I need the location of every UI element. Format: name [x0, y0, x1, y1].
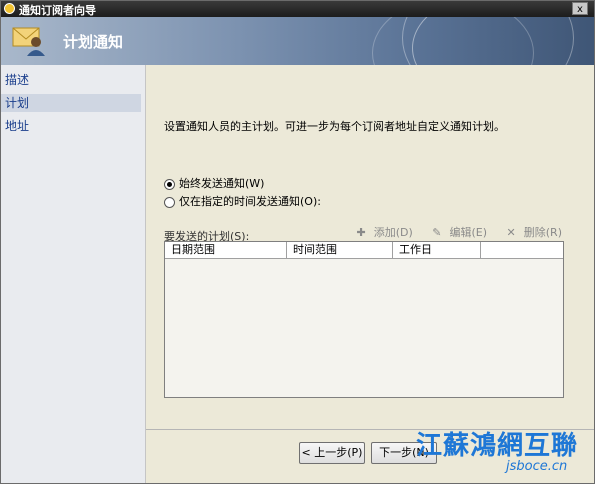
window-title: 通知订阅者向导	[19, 4, 96, 17]
page-title: 计划通知	[63, 33, 124, 51]
column-header-time-range[interactable]: 时间范围	[287, 242, 393, 258]
plus-icon: ✚	[356, 226, 366, 239]
wizard-nav: 描述 计划 地址	[1, 65, 146, 483]
watermark-text: 江蘇鴻網互聯	[416, 431, 579, 461]
nav-item-schedule[interactable]: 计划	[1, 94, 141, 112]
app-icon	[4, 3, 15, 14]
radio-selected-icon[interactable]	[164, 178, 175, 190]
edit-button[interactable]: ✎ 编辑(E)	[424, 226, 487, 239]
nav-item-description[interactable]: 描述	[1, 71, 141, 89]
column-header-date-range[interactable]: 日期范围	[165, 242, 287, 258]
pencil-icon: ✎	[432, 226, 442, 239]
nav-item-address[interactable]: 地址	[1, 117, 141, 135]
notification-user-icon	[12, 27, 45, 56]
watermark-url: jsboce.cn	[506, 459, 568, 474]
schedule-table[interactable]: 日期范围 时间范围 工作日	[164, 241, 564, 398]
title-bar: 通知订阅者向导 x	[1, 1, 594, 17]
delete-button[interactable]: ✕ 删除(R)	[499, 226, 562, 239]
radio-unselected-icon[interactable]	[164, 196, 175, 208]
radio-specific-time[interactable]: 仅在指定的时间发送通知(O):	[164, 193, 321, 209]
add-button[interactable]: ✚ 添加(D)	[349, 226, 413, 239]
table-header: 日期范围 时间范围 工作日	[165, 242, 563, 259]
watermark-logo: 江蘇鴻網互聯 jsboce.cn	[414, 421, 594, 481]
close-button[interactable]: x	[572, 2, 588, 15]
description-text: 设置通知人员的主计划。可进一步为每个订阅者地址自定义通知计划。	[164, 120, 505, 133]
radio-always-label: 始终发送通知(W)	[179, 177, 265, 190]
radio-always-send[interactable]: 始终发送通知(W)	[164, 175, 264, 191]
wizard-window: 通知订阅者向导 x 计划通知 描述 计划 地址 设置通知人员的主计划。可进一步为…	[0, 0, 595, 484]
back-button[interactable]: < 上一步(P)	[299, 442, 365, 464]
wizard-banner: 计划通知	[1, 17, 594, 65]
column-header-weekday[interactable]: 工作日	[393, 242, 481, 258]
radio-specific-label: 仅在指定的时间发送通知(O):	[179, 195, 321, 208]
delete-x-icon: ✕	[506, 226, 516, 239]
schedule-toolbar: ✚ 添加(D) ✎ 编辑(E) ✕ 删除(R)	[341, 224, 563, 240]
banner-swirl-decoration	[372, 17, 534, 65]
